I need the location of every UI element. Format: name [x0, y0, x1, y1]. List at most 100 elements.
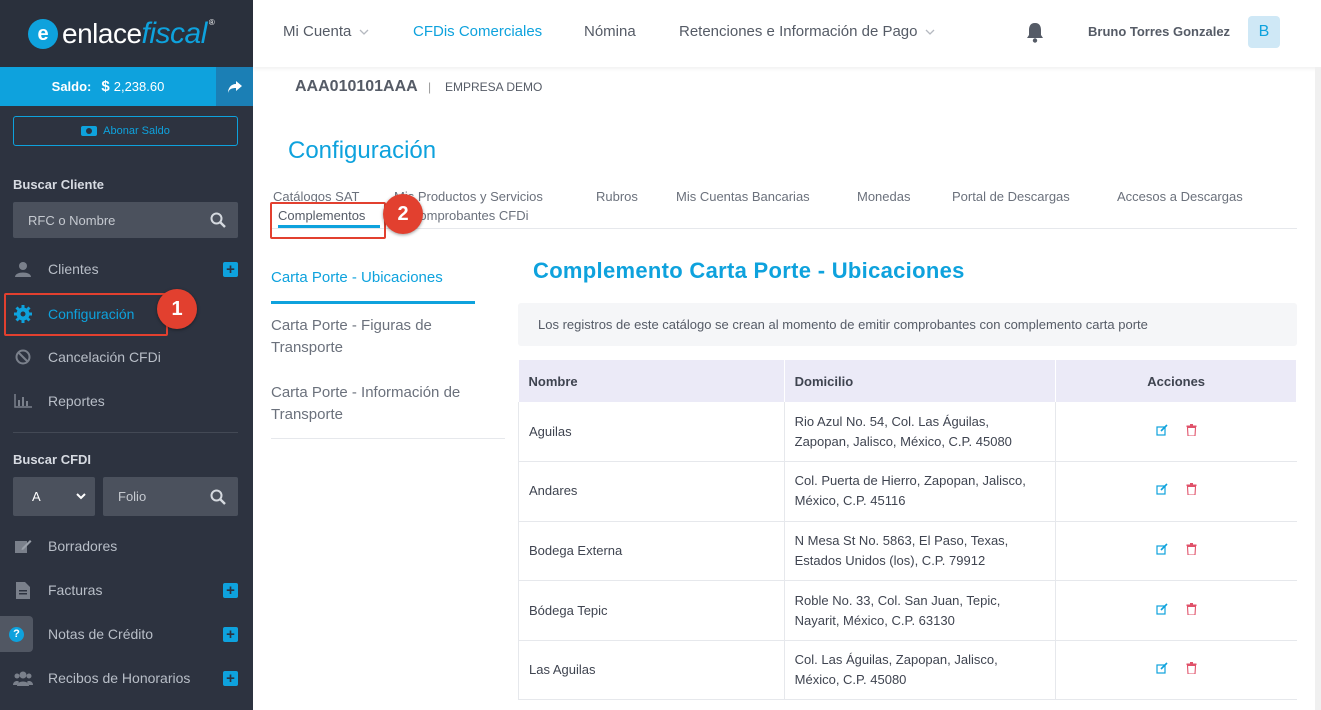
- sidebar-item-label: Cancelación CFDi: [48, 349, 161, 365]
- cell-nombre: Bodega Externa: [518, 521, 785, 582]
- sidebar-item-label: Clientes: [48, 261, 99, 277]
- sidebar-item-recibos-honorarios[interactable]: Recibos de Honorarios +: [0, 658, 253, 698]
- section-heading: Complemento Carta Porte - Ubicaciones: [533, 258, 965, 283]
- help-button[interactable]: ?: [0, 616, 33, 652]
- company-rfc: AAA010101AAA: [295, 78, 418, 95]
- cell-nombre: Andares: [518, 461, 785, 522]
- edit-icon[interactable]: [1156, 662, 1168, 674]
- tab-portal-descargas[interactable]: Portal de Descargas: [952, 189, 1070, 204]
- share-button[interactable]: [216, 67, 253, 106]
- abonar-saldo-button[interactable]: Abonar Saldo: [13, 116, 238, 146]
- domicilio-line: México, C.P. 45080: [794, 672, 907, 688]
- saldo-bar: Saldo: $ 2,238.60: [0, 67, 253, 106]
- file-icon: [13, 580, 33, 600]
- user-icon: [13, 259, 33, 279]
- users-icon: [13, 668, 33, 688]
- sidebar-item-cancelacion[interactable]: Cancelación CFDi: [0, 337, 253, 377]
- tab-comprobantes-cfdi[interactable]: Comprobantes CFDi: [410, 208, 529, 223]
- sidebar-item-label: Borradores: [48, 538, 118, 554]
- table-row: Bódega Tepic Roble No. 33, Col. San Juan…: [518, 580, 1297, 641]
- chevron-down-icon: [76, 493, 86, 500]
- buscar-cfdi-title: Buscar CFDI: [13, 452, 92, 467]
- ban-icon: [13, 347, 33, 367]
- sidebar-divider: [13, 432, 238, 433]
- domicilio-line: Col. Las Águilas, Zapopan, Jalisco,: [794, 652, 998, 668]
- client-search-input[interactable]: RFC o Nombre: [13, 202, 238, 238]
- add-client-button[interactable]: +: [223, 261, 238, 277]
- subnav-active-indicator: [271, 301, 475, 304]
- table-header-row: Nombre Domicilio Acciones: [518, 360, 1297, 402]
- saldo-currency: $: [101, 78, 110, 95]
- logo-text-fiscal: fiscal: [141, 16, 208, 50]
- callout-badge-2: 2: [383, 194, 423, 234]
- sidebar-item-clientes[interactable]: Clientes +: [0, 249, 253, 289]
- topnav-nomina[interactable]: Nómina: [584, 23, 636, 40]
- page-scrollbar[interactable]: [1315, 67, 1321, 710]
- domicilio-line: Estados Unidos (los), C.P. 79912: [794, 552, 986, 568]
- add-nota-credito-button[interactable]: +: [223, 626, 238, 642]
- serie-select-value: A: [32, 489, 41, 504]
- search-icon[interactable]: [210, 489, 226, 505]
- column-header-acciones: Acciones: [1055, 360, 1297, 402]
- add-factura-button[interactable]: +: [223, 582, 238, 598]
- subnav-figuras-transporte[interactable]: Carta Porte - Figuras de Transporte: [271, 315, 471, 359]
- edit-icon[interactable]: [1156, 543, 1168, 555]
- column-header-nombre[interactable]: Nombre: [518, 360, 785, 402]
- topnav-label: Mi Cuenta: [283, 23, 352, 40]
- sidebar-item-label: Facturas: [48, 582, 103, 598]
- sidebar-item-facturas[interactable]: Facturas +: [0, 570, 253, 610]
- search-icon[interactable]: [210, 212, 226, 228]
- serie-select[interactable]: A: [13, 477, 95, 516]
- edit-icon[interactable]: [1156, 423, 1168, 436]
- tab-monedas[interactable]: Monedas: [857, 189, 910, 204]
- saldo-label: Saldo:: [51, 79, 92, 94]
- tab-mis-cuentas-bancarias[interactable]: Mis Cuentas Bancarias: [676, 189, 810, 204]
- user-name[interactable]: Bruno Torres Gonzalez: [1088, 24, 1230, 39]
- domicilio-line: Roble No. 33, Col. San Juan, Tepic,: [794, 592, 1001, 608]
- edit-icon[interactable]: [1156, 483, 1168, 495]
- topnav-label: Retenciones e Información de Pago: [679, 23, 918, 40]
- topnav-retenciones[interactable]: Retenciones e Información de Pago: [679, 23, 935, 40]
- avatar[interactable]: B: [1248, 16, 1280, 48]
- trash-icon[interactable]: [1186, 483, 1197, 496]
- column-header-domicilio[interactable]: Domicilio: [784, 360, 1057, 402]
- cell-acciones: [1055, 521, 1297, 582]
- draft-icon: [13, 536, 33, 556]
- tabs-divider: [272, 228, 1297, 229]
- cell-nombre: Aguilas: [518, 402, 785, 463]
- edit-icon[interactable]: [1156, 603, 1168, 615]
- bell-icon[interactable]: [1024, 21, 1046, 43]
- logo[interactable]: e enlace fiscal ®: [0, 0, 253, 67]
- chevron-down-icon: [926, 29, 935, 35]
- add-recibo-button[interactable]: +: [223, 670, 238, 686]
- sidebar-item-label: Reportes: [48, 393, 105, 409]
- subnav-ubicaciones[interactable]: Carta Porte - Ubicaciones: [271, 267, 501, 289]
- client-search-placeholder: RFC o Nombre: [28, 212, 116, 228]
- logo-mark-icon: e: [28, 18, 58, 49]
- topnav-label: Nómina: [584, 23, 636, 40]
- table-row: Bodega Externa N Mesa St No. 5863, El Pa…: [518, 521, 1297, 582]
- sidebar-item-reportes[interactable]: Reportes: [0, 381, 253, 421]
- tab-accesos-descargas[interactable]: Accesos a Descargas: [1117, 189, 1243, 204]
- subnav-informacion-transporte[interactable]: Carta Porte - Información de Transporte: [271, 382, 496, 426]
- callout-badge-1: 1: [157, 289, 197, 329]
- sidebar-item-notas-credito[interactable]: Notas de Crédito +: [0, 614, 253, 654]
- trash-icon[interactable]: [1186, 662, 1197, 675]
- cell-acciones: [1055, 580, 1297, 641]
- sidebar-item-label: Notas de Crédito: [48, 626, 154, 642]
- topnav-cfdis-comerciales[interactable]: CFDis Comerciales: [413, 23, 542, 40]
- domicilio-line: Nayarit, México, C.P. 63130: [794, 612, 955, 628]
- cash-icon: [81, 126, 98, 136]
- trash-icon[interactable]: [1186, 602, 1197, 615]
- tab-rubros[interactable]: Rubros: [596, 189, 638, 204]
- cell-domicilio: Roble No. 33, Col. San Juan, Tepic, Nayar…: [784, 580, 1057, 641]
- trash-icon[interactable]: [1186, 423, 1197, 436]
- sidebar-item-borradores[interactable]: Borradores: [0, 526, 253, 566]
- trash-icon[interactable]: [1186, 542, 1197, 555]
- topnav-mi-cuenta[interactable]: Mi Cuenta: [283, 23, 369, 40]
- folio-input[interactable]: Folio: [103, 477, 238, 516]
- domicilio-line: Rio Azul No. 54, Col. Las Águilas,: [794, 413, 990, 429]
- subnav-divider: [271, 438, 505, 439]
- page-title: Configuración: [288, 137, 437, 164]
- domicilio-line: N Mesa St No. 5863, El Paso, Texas,: [794, 532, 1009, 548]
